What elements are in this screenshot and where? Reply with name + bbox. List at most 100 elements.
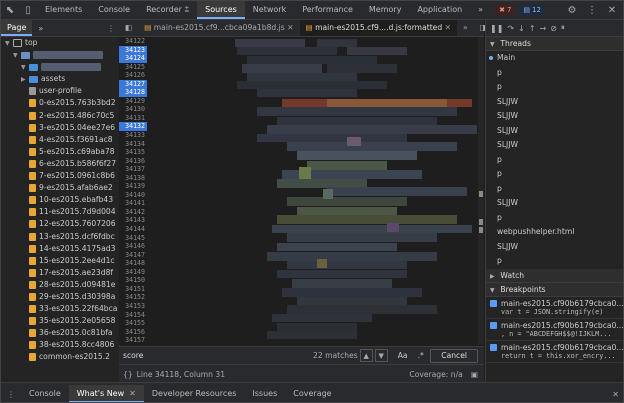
tree-item[interactable]: 10-es2015.ebafb43: [1, 194, 119, 206]
step-over-icon[interactable]: ↷: [507, 24, 514, 33]
line-number[interactable]: 34143: [119, 216, 147, 225]
line-number[interactable]: 34148: [119, 259, 147, 268]
tree-item[interactable]: 5-es2015.c69aba78: [1, 146, 119, 158]
tree-item[interactable]: 17-es2015.ae23d8f: [1, 267, 119, 279]
tree-item[interactable]: ▼: [1, 49, 119, 61]
settings-gear-icon[interactable]: ⚙: [563, 1, 581, 19]
thread-item[interactable]: SLJJW: [486, 95, 623, 110]
tree-item[interactable]: 15-es2015.2ee4d1c: [1, 255, 119, 267]
thread-item[interactable]: p: [486, 254, 623, 269]
line-number[interactable]: 34142: [119, 208, 147, 217]
close-tab-icon[interactable]: ✕: [129, 389, 136, 398]
match-case-toggle[interactable]: Aa: [398, 351, 408, 360]
line-number[interactable]: 34133: [119, 131, 147, 140]
tree-item[interactable]: ▼: [1, 61, 119, 73]
tree-item[interactable]: 3-es2015.04ee27e6: [1, 122, 119, 134]
line-number[interactable]: 34139: [119, 182, 147, 191]
line-number[interactable]: 34150: [119, 276, 147, 285]
line-number[interactable]: 34145: [119, 234, 147, 243]
line-number[interactable]: 34149: [119, 268, 147, 277]
thread-item[interactable]: p: [486, 211, 623, 226]
drawer-tab-console[interactable]: Console: [21, 385, 69, 402]
navigator-menu-icon[interactable]: ⋮: [107, 24, 119, 33]
line-number[interactable]: 34154: [119, 311, 147, 320]
line-number[interactable]: 34152: [119, 293, 147, 302]
tab-network[interactable]: Network: [245, 1, 294, 19]
breakpoint-line-number[interactable]: 34123: [119, 45, 147, 55]
breakpoint-line-number[interactable]: 34127: [119, 79, 147, 89]
line-number[interactable]: 34157: [119, 336, 147, 345]
line-number[interactable]: 34131: [119, 114, 147, 123]
messages-badge[interactable]: ▤ 12: [519, 4, 545, 16]
thread-item[interactable]: SLJJW: [486, 138, 623, 153]
line-number[interactable]: 34147: [119, 251, 147, 260]
pretty-print-icon[interactable]: {}: [123, 370, 133, 379]
tree-item[interactable]: user-profile: [1, 85, 119, 97]
breakpoint-line-number[interactable]: 34124: [119, 54, 147, 63]
breakpoint-checkbox[interactable]: [490, 343, 497, 351]
line-number[interactable]: 34130: [119, 105, 147, 114]
tree-item[interactable]: 28-es2015.d09481e: [1, 279, 119, 291]
line-number[interactable]: 34153: [119, 302, 147, 311]
tab-console[interactable]: Console: [90, 1, 138, 19]
line-number-gutter[interactable]: 34122 34123 34124 34125 34126 34127 34128 34129…: [119, 37, 147, 345]
thread-item[interactable]: p: [486, 80, 623, 95]
line-number[interactable]: 34134: [119, 140, 147, 149]
breakpoints-section-header[interactable]: ▼ Breakpoints: [486, 282, 623, 297]
breakpoint-line-number[interactable]: 34128: [119, 88, 147, 97]
line-number[interactable]: 34129: [119, 97, 147, 106]
tab-elements[interactable]: Elements: [37, 1, 90, 19]
step-icon[interactable]: →: [540, 24, 547, 33]
navigator-more-tabs[interactable]: »: [32, 24, 49, 33]
drawer-tab-whatsnew[interactable]: What's New ✕: [68, 385, 144, 402]
line-number[interactable]: 34146: [119, 242, 147, 251]
tab-page[interactable]: Page: [1, 20, 33, 36]
tree-item[interactable]: 36-es2015.0c81bfa: [1, 327, 119, 339]
tree-item[interactable]: ▶ assets: [1, 73, 119, 85]
line-number[interactable]: 34137: [119, 165, 147, 174]
tree-item[interactable]: 14-es2015.4175ad3: [1, 243, 119, 255]
line-number[interactable]: 34125: [119, 63, 147, 72]
tree-item[interactable]: 38-es2015.8cc4806: [1, 339, 119, 351]
coverage-icon[interactable]: ▣: [471, 370, 478, 379]
line-number[interactable]: 34155: [119, 319, 147, 328]
breakpoint-checkbox[interactable]: [490, 299, 497, 307]
line-number[interactable]: 34140: [119, 191, 147, 200]
tab-performance[interactable]: Performance: [294, 1, 361, 19]
tree-item[interactable]: 9-es2015.afab6ae2: [1, 182, 119, 194]
drawer-tab-issues[interactable]: Issues: [244, 385, 285, 402]
threads-section-header[interactable]: ▼ Threads: [486, 37, 623, 51]
close-tab-icon[interactable]: ✕: [442, 23, 451, 32]
more-options-icon[interactable]: ⋮: [583, 1, 601, 19]
line-number[interactable]: 34144: [119, 225, 147, 234]
line-number[interactable]: 34135: [119, 148, 147, 157]
tree-item[interactable]: 13-es2015.dcf6fdbc: [1, 231, 119, 243]
tree-item[interactable]: 2-es2015.486c70c5: [1, 110, 119, 122]
thread-item[interactable]: SLJJW: [486, 109, 623, 124]
breakpoint-item[interactable]: main-es2015.cf90b6179cbca0..., n = "ABCD…: [486, 319, 623, 341]
tab-memory[interactable]: Memory: [361, 1, 410, 19]
search-input[interactable]: score: [121, 349, 293, 362]
thread-item[interactable]: SLJJW: [486, 240, 623, 255]
tree-item[interactable]: ▼ top: [1, 37, 119, 49]
close-drawer-button[interactable]: ✕: [612, 390, 619, 399]
drawer-tab-developerresources[interactable]: Developer Resources: [144, 385, 245, 402]
tree-item[interactable]: 4-es2015.f3691ac8: [1, 134, 119, 146]
device-toolbar-icon[interactable]: ▯: [19, 1, 37, 19]
step-out-icon[interactable]: ↑: [529, 24, 536, 33]
code-editor[interactable]: [147, 37, 484, 345]
pause-icon[interactable]: ❚❚: [490, 24, 503, 33]
step-into-icon[interactable]: ↓: [518, 24, 525, 33]
tree-item[interactable]: 35-es2015.2e05658: [1, 315, 119, 327]
line-number[interactable]: 34141: [119, 199, 147, 208]
drawer-tab-coverage[interactable]: Coverage: [285, 385, 339, 402]
tree-item[interactable]: 12-es2015.7607206: [1, 218, 119, 230]
line-number[interactable]: 34151: [119, 285, 147, 294]
thread-item[interactable]: SLJJW: [486, 124, 623, 139]
drawer-menu-icon[interactable]: ⋮: [1, 390, 21, 399]
thread-item[interactable]: webpushhelper.html: [486, 225, 623, 240]
tree-item[interactable]: 33-es2015.22f64bca: [1, 303, 119, 315]
watch-section-header[interactable]: ▶ Watch: [486, 268, 623, 283]
more-panels-button[interactable]: »: [470, 1, 491, 19]
editor-tab[interactable]: ▤ main-es2015.cf9....d.js:formatted ✕: [299, 20, 457, 36]
